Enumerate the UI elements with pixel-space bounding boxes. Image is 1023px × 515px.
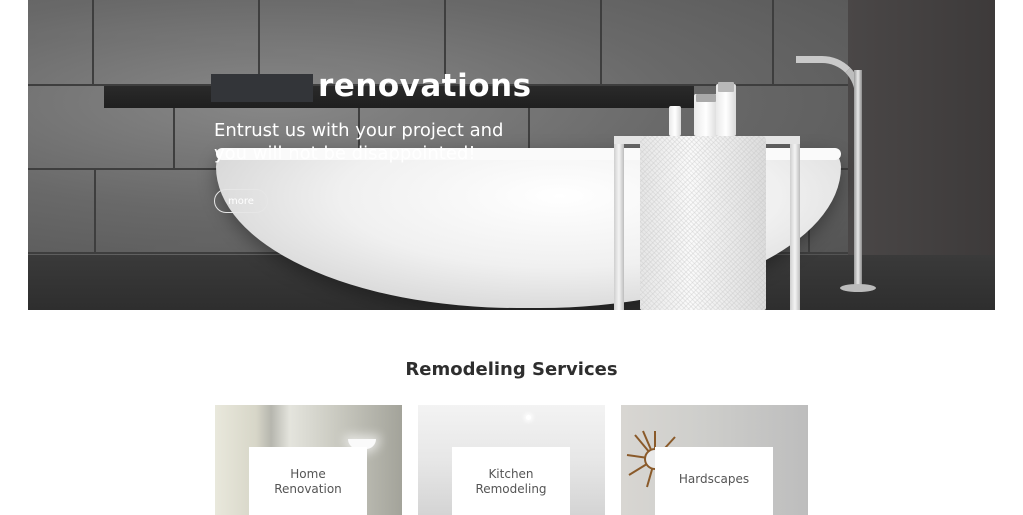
service-card-home-renovation[interactable]: Home Renovation xyxy=(215,405,402,515)
bottle-cap xyxy=(696,94,716,102)
hero-subtitle: Entrust us with your project and you wil… xyxy=(214,120,504,164)
brand-name-redacted xyxy=(211,74,313,102)
service-card-kitchen-remodeling[interactable]: Kitchen Remodeling xyxy=(418,405,605,515)
faucet-pipe xyxy=(854,70,862,290)
bottle-cap xyxy=(718,82,734,92)
towel-rack-leg xyxy=(790,136,800,310)
hero-title: renovations xyxy=(318,68,532,104)
bottle-image xyxy=(669,106,681,136)
card-label-box: Home Renovation xyxy=(249,447,367,515)
card-label-box: Hardscapes xyxy=(655,447,773,515)
service-card-hardscapes[interactable]: Hardscapes xyxy=(621,405,808,515)
ceiling-light-icon xyxy=(526,415,531,420)
towel-image xyxy=(640,136,766,310)
more-button[interactable]: more xyxy=(214,189,268,213)
towel-rack-leg xyxy=(614,136,624,310)
card-label: Home Renovation xyxy=(274,467,342,496)
card-label: Kitchen Remodeling xyxy=(475,467,547,496)
faucet-base xyxy=(840,284,876,292)
card-label: Hardscapes xyxy=(678,472,750,486)
section-title: Remodeling Services xyxy=(405,359,618,380)
card-label-box: Kitchen Remodeling xyxy=(452,447,570,515)
